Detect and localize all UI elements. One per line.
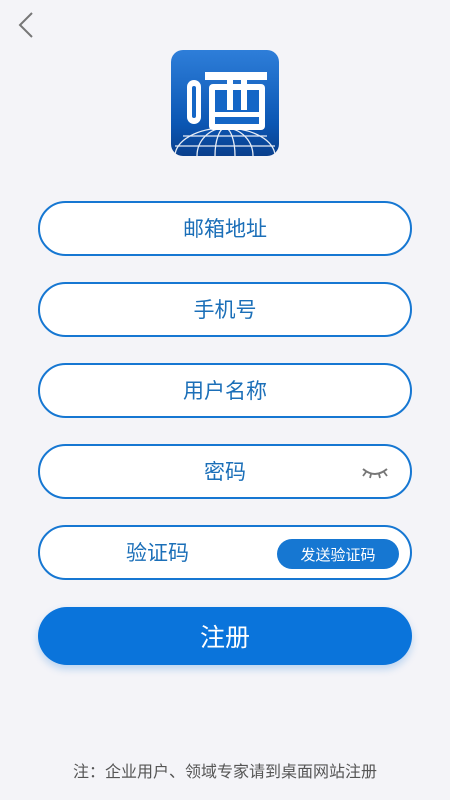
password-visibility-toggle[interactable] [360,463,390,481]
chevron-left-icon [18,12,33,38]
register-page: 晒 发送验证码 注册 注：企业用户、领域专家请到桌面网站注册 [0,0,450,800]
back-button[interactable] [12,10,40,40]
closed-eye-icon [362,468,388,479]
username-field[interactable] [38,363,412,418]
username-input[interactable] [40,365,410,416]
password-input[interactable] [40,446,410,497]
email-field[interactable] [38,201,412,256]
email-input[interactable] [40,203,410,254]
phone-input[interactable] [40,284,410,335]
footer-note: 注：企业用户、领域专家请到桌面网站注册 [72,762,377,781]
password-field[interactable] [38,444,412,499]
app-logo: 晒 [171,50,279,156]
phone-field[interactable] [38,282,412,337]
register-button[interactable]: 注册 [38,607,412,665]
send-code-button[interactable]: 发送验证码 [277,539,399,569]
verification-code-field[interactable]: 发送验证码 [38,525,412,580]
